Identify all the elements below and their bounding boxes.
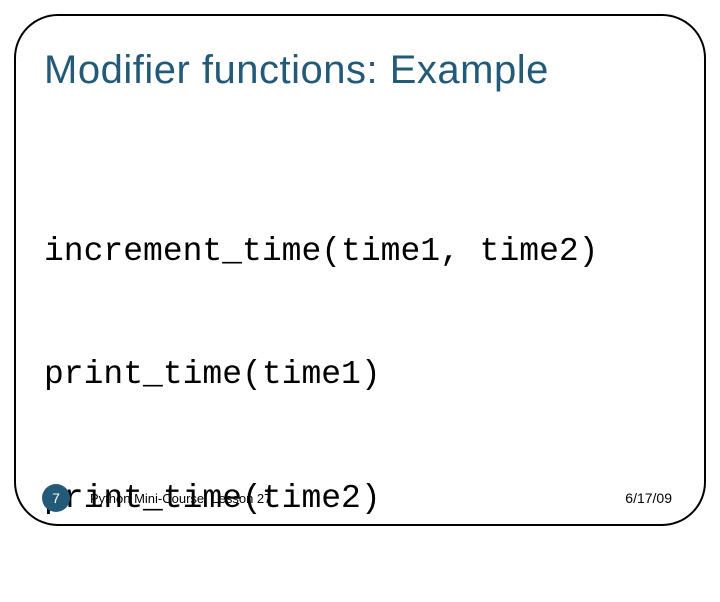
code-line: increment_time(time1, time2) [44,231,599,272]
footer-date: 6/17/09 [625,490,672,506]
slide-title: Modifier functions: Example [44,48,549,93]
footer-course: Python Mini-Course: Lesson 27 [90,491,271,506]
page-number: 7 [52,490,60,506]
code-block: increment_time(time1, time2) print_time(… [44,148,599,602]
page-number-badge: 7 [42,484,70,512]
code-line: print_time(time1) [44,354,599,395]
slide: Modifier functions: Example increment_ti… [0,0,720,540]
